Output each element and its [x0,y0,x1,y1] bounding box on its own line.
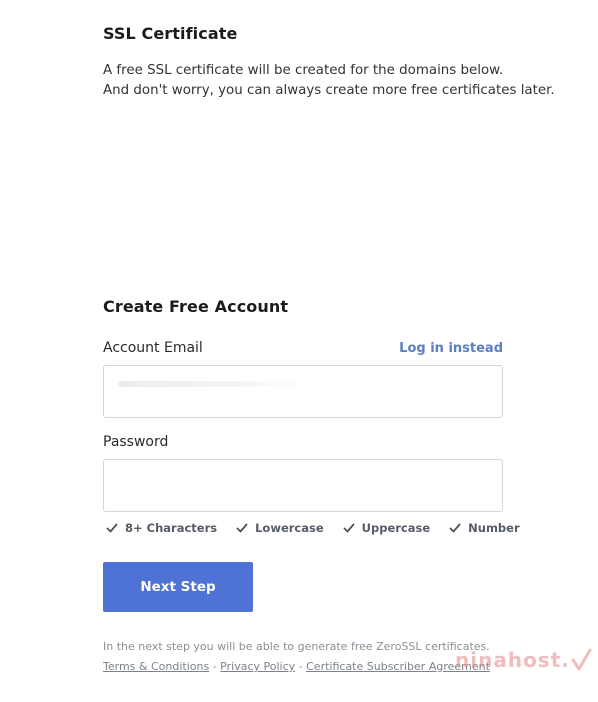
requirement-uppercase: Uppercase [343,521,431,535]
ssl-certificate-section: SSL Certificate A free SSL certificate w… [103,24,563,101]
create-account-title: Create Free Account [103,297,289,316]
log-in-instead-link[interactable]: Log in instead [399,341,503,356]
password-requirements: 8+ Characters Lowercase Uppercase Number [106,521,520,535]
requirement-number: Number [449,521,520,535]
privacy-policy-link[interactable]: Privacy Policy [220,660,295,673]
check-icon [106,523,118,533]
watermark-text: ninahost. [455,648,570,672]
footer-separator: - [298,660,303,673]
ssl-certificate-title: SSL Certificate [103,24,238,43]
email-value-redacted [118,381,308,387]
next-step-button[interactable]: Next Step [103,562,253,612]
watermark-logo: ninahost. [455,648,592,672]
requirement-lowercase: Lowercase [236,521,324,535]
account-email-label: Account Email [103,340,203,356]
check-icon [343,523,355,533]
ssl-description-line-1: A free SSL certificate will be created f… [103,63,504,78]
checkmark-logo-icon [571,648,592,671]
terms-conditions-link[interactable]: Terms & Conditions [103,660,209,673]
requirement-characters: 8+ Characters [106,521,217,535]
check-icon [236,523,248,533]
check-icon [449,523,461,533]
create-account-section: Create Free Account Account Email Log in… [103,297,520,612]
ssl-description-line-2: And don't worry, you can always create m… [103,83,555,98]
password-label-row: Password [103,434,503,450]
requirement-label: Uppercase [361,521,431,535]
email-label-row: Account Email Log in instead [103,340,503,356]
password-field[interactable] [103,459,503,512]
requirement-label: Number [468,521,520,535]
password-label: Password [103,434,169,450]
requirement-label: 8+ Characters [125,521,218,535]
requirement-label: Lowercase [255,521,324,535]
ssl-certificate-description: A free SSL certificate will be created f… [103,61,563,101]
account-email-field[interactable] [103,365,503,418]
footer-separator: - [212,660,217,673]
